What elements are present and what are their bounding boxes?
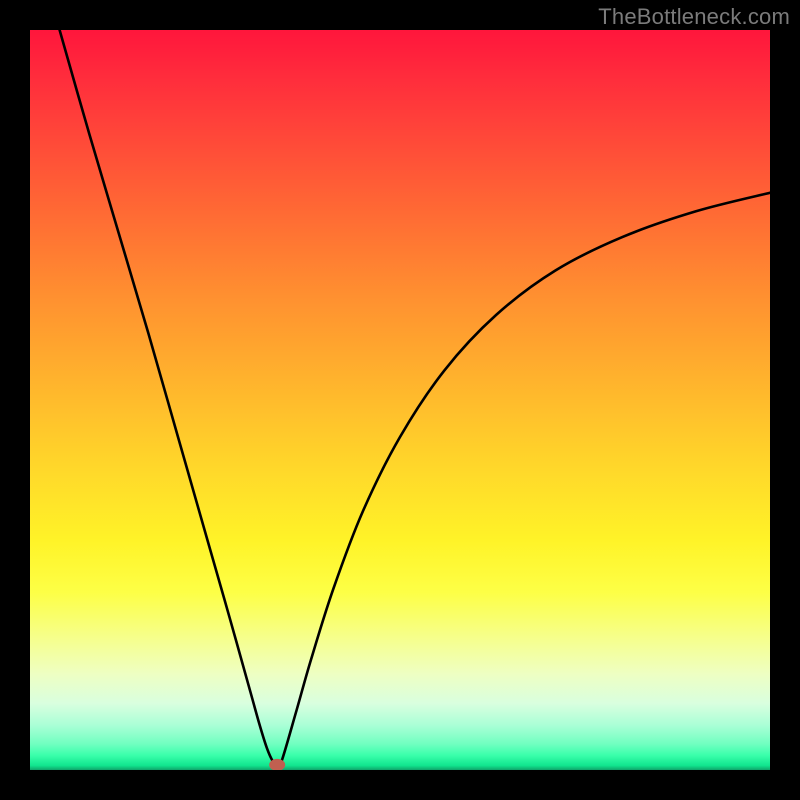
curve-line [60,30,770,766]
plot-area [30,30,770,770]
chart-svg [30,30,770,770]
watermark-text: TheBottleneck.com [598,4,790,30]
outer-frame: TheBottleneck.com [0,0,800,800]
